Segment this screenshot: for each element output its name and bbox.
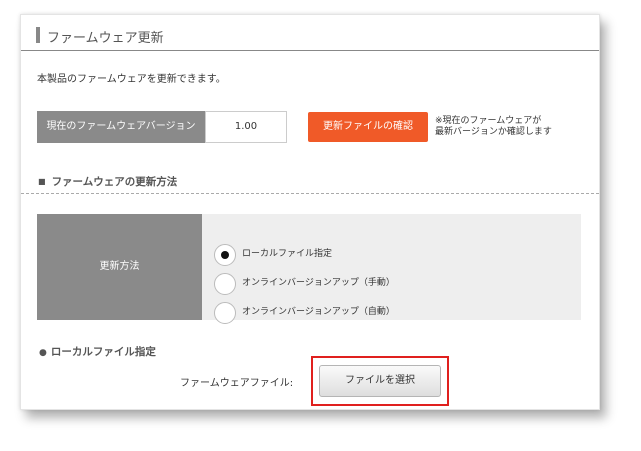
radio-button[interactable] xyxy=(214,302,236,324)
radio-button[interactable] xyxy=(214,244,236,266)
version-check-note-line1: ※現在のファームウェアが xyxy=(435,116,542,126)
radio-label-online-manual[interactable]: オンラインバージョンアップ（手動） xyxy=(242,277,395,290)
radio-label-local-file[interactable]: ローカルファイル指定 xyxy=(242,248,332,261)
intro-text: 本製品のファームウェアを更新できます。 xyxy=(37,74,226,85)
current-version-label: 現在のファームウェアバージョン xyxy=(37,111,205,143)
circle-bullet-icon: ● xyxy=(39,348,47,358)
square-bullet-icon: ■ xyxy=(38,177,46,186)
version-check-note-line2: 最新バージョンか確認します xyxy=(435,127,552,137)
check-update-file-button[interactable]: 更新ファイルの確認 xyxy=(308,112,428,142)
radio-label-online-auto[interactable]: オンラインバージョンアップ（自動） xyxy=(242,306,395,319)
update-method-heading: ■ ファームウェアの更新方法 xyxy=(38,174,177,189)
update-method-label: 更新方法 xyxy=(37,214,202,320)
firmware-update-panel: ファームウェア更新 本製品のファームウェアを更新できます。 現在のファームウェア… xyxy=(20,14,600,410)
radio-button[interactable] xyxy=(214,273,236,295)
update-method-table: 更新方法 ローカルファイル指定 オンラインバージョンアップ（手動） オンラインバ… xyxy=(37,214,581,324)
section-divider xyxy=(21,193,599,194)
page-title: ファームウェア更新 xyxy=(47,31,164,46)
local-file-heading: ● ローカルファイル指定 xyxy=(39,344,156,359)
firmware-file-label: ファームウェアファイル: xyxy=(180,378,294,389)
choose-file-button[interactable]: ファイルを選択 xyxy=(319,365,441,397)
title-divider xyxy=(21,50,599,51)
current-version-value: 1.00 xyxy=(205,111,287,143)
update-method-heading-text: ファームウェアの更新方法 xyxy=(51,176,178,188)
page-title-bar: ファームウェア更新 xyxy=(36,27,164,46)
radio-selected-dot-icon xyxy=(221,251,229,259)
local-file-heading-text: ローカルファイル指定 xyxy=(50,346,156,358)
version-check-note: ※現在のファームウェアが 最新バージョンか確認します xyxy=(435,116,552,138)
